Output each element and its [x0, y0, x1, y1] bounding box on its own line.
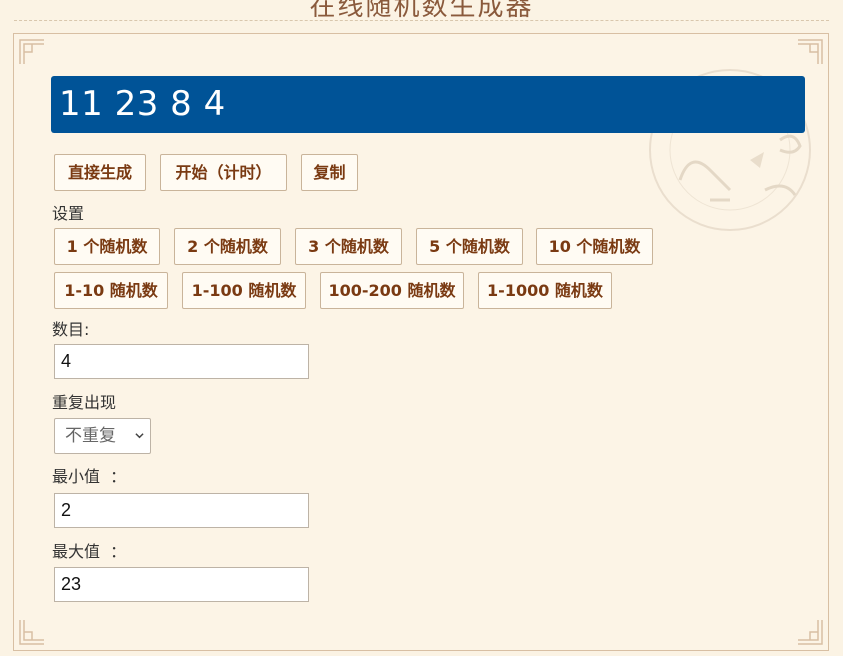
preset-count-10-button[interactable]: 10 个随机数	[536, 228, 653, 265]
corner-ornament-icon	[798, 620, 823, 645]
chevron-down-icon	[135, 433, 144, 439]
settings-heading: 设置	[52, 204, 85, 223]
preset-count-5-button[interactable]: 5 个随机数	[416, 228, 523, 265]
preset-range-1-100-button[interactable]: 1-100 随机数	[182, 272, 306, 309]
repeat-label: 重复出现	[52, 393, 117, 412]
min-label: 最小值 ：	[52, 467, 127, 486]
preset-count-3-button[interactable]: 3 个随机数	[295, 228, 402, 265]
result-display: 11 23 8 4	[51, 76, 805, 133]
preset-range-100-200-button[interactable]: 100-200 随机数	[320, 272, 464, 309]
max-label: 最大值 ：	[52, 542, 127, 561]
count-input[interactable]: 4	[54, 344, 309, 379]
min-input[interactable]: 2	[54, 493, 309, 528]
preset-count-2-button[interactable]: 2 个随机数	[174, 228, 281, 265]
preset-range-1-10-button[interactable]: 1-10 随机数	[54, 272, 168, 309]
copy-button[interactable]: 复制	[301, 154, 358, 191]
corner-ornament-icon	[19, 620, 44, 645]
corner-ornament-icon	[19, 39, 44, 64]
repeat-select-value: 不重复	[65, 426, 116, 446]
generate-button[interactable]: 直接生成	[54, 154, 146, 191]
repeat-select[interactable]: 不重复	[54, 418, 151, 454]
start-timed-button[interactable]: 开始（计时）	[160, 154, 287, 191]
preset-count-1-button[interactable]: 1 个随机数	[54, 228, 160, 265]
preset-range-1-1000-button[interactable]: 1-1000 随机数	[478, 272, 612, 309]
title-divider	[14, 20, 829, 21]
corner-ornament-icon	[798, 39, 823, 64]
count-label: 数目:	[52, 320, 90, 339]
max-input[interactable]: 23	[54, 567, 309, 602]
